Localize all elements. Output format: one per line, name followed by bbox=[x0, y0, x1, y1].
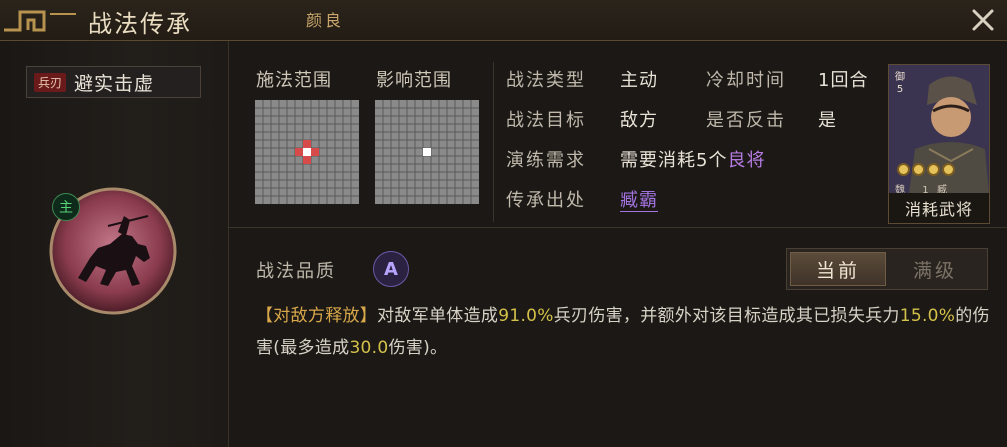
counter-label: 是否反击 bbox=[706, 110, 786, 131]
drill-prefix: 需要消耗 bbox=[620, 150, 696, 171]
effect-range-label: 影响范围 bbox=[376, 70, 452, 91]
cast-range-grid bbox=[255, 100, 359, 204]
desc-part-4: 伤害)。 bbox=[388, 338, 448, 358]
drill-item: 良将 bbox=[727, 150, 766, 171]
source-label: 传承出处 bbox=[506, 190, 586, 211]
close-icon bbox=[972, 9, 994, 31]
star-icon bbox=[942, 163, 955, 176]
drill-count: 5 bbox=[696, 150, 709, 171]
quality-grade-badge: A bbox=[373, 251, 409, 287]
desc-value-3: 30.0 bbox=[349, 338, 389, 358]
card-cost: 御 5 bbox=[893, 72, 907, 96]
horizontal-divider bbox=[228, 227, 1007, 228]
target-label: 战法目标 bbox=[506, 110, 586, 131]
level-toggle: 当前 满级 bbox=[786, 248, 988, 290]
drill-label: 演练需求 bbox=[506, 150, 586, 171]
skill-type-value: 主动 bbox=[620, 70, 658, 91]
source-general-link[interactable]: 臧霸 bbox=[620, 190, 658, 212]
quality-label: 战法品质 bbox=[256, 261, 336, 282]
cooldown-label: 冷却时间 bbox=[706, 70, 786, 91]
primary-skill-badge: 主 bbox=[52, 193, 80, 221]
drill-unit: 个 bbox=[708, 150, 728, 171]
skill-description: 【对敌方释放】对敌军单体造成91.0%兵刃伤害，并额外对该目标造成其已损失兵力1… bbox=[256, 300, 991, 364]
max-level-button[interactable]: 满级 bbox=[887, 252, 983, 286]
desc-value-2: 15.0% bbox=[899, 306, 956, 326]
section-divider bbox=[493, 62, 494, 222]
hero-name: 颜良 bbox=[306, 11, 345, 30]
desc-tag: 【对敌方释放】 bbox=[256, 306, 378, 326]
title-bar: 战法传承 颜良 bbox=[0, 0, 1007, 41]
star-icon bbox=[927, 163, 940, 176]
star-icon bbox=[912, 163, 925, 176]
skill-type-tag: 兵刃 bbox=[34, 72, 67, 92]
target-value: 敌方 bbox=[620, 110, 658, 131]
drill-requirement: 需要消耗5个良将 bbox=[620, 146, 765, 172]
star-icon bbox=[897, 163, 910, 176]
card-footer: 消耗武将 bbox=[889, 193, 989, 223]
page-title: 战法传承 bbox=[88, 10, 192, 38]
desc-part-2: 兵刃伤害，并额外对该目标造成其已损失兵力 bbox=[553, 306, 900, 326]
cooldown-value: 1回合 bbox=[818, 70, 869, 91]
card-cost-type: 御 bbox=[895, 72, 905, 83]
desc-part-1: 对敌军单体造成 bbox=[377, 306, 499, 326]
close-button[interactable] bbox=[965, 2, 1001, 38]
skill-left-panel: 兵刃 避实击虚 主 bbox=[0, 41, 229, 447]
cast-range-label: 施法范围 bbox=[256, 70, 332, 91]
effect-range-grid bbox=[375, 100, 479, 204]
skill-name: 避实击虚 bbox=[74, 72, 155, 95]
desc-value-1: 91.0% bbox=[498, 306, 554, 326]
card-cost-num: 5 bbox=[896, 84, 904, 95]
title-ornament-icon bbox=[4, 10, 76, 32]
counter-value: 是 bbox=[818, 110, 837, 131]
card-stars bbox=[897, 163, 955, 176]
source-value-wrap: 臧霸 bbox=[620, 186, 658, 212]
skill-type-label: 战法类型 bbox=[506, 70, 586, 91]
general-card[interactable]: 御 5 魏 1 臧霸 消耗武将 bbox=[888, 64, 990, 224]
skill-name-tag: 兵刃 避实击虚 bbox=[26, 66, 201, 98]
current-level-button[interactable]: 当前 bbox=[790, 252, 886, 286]
